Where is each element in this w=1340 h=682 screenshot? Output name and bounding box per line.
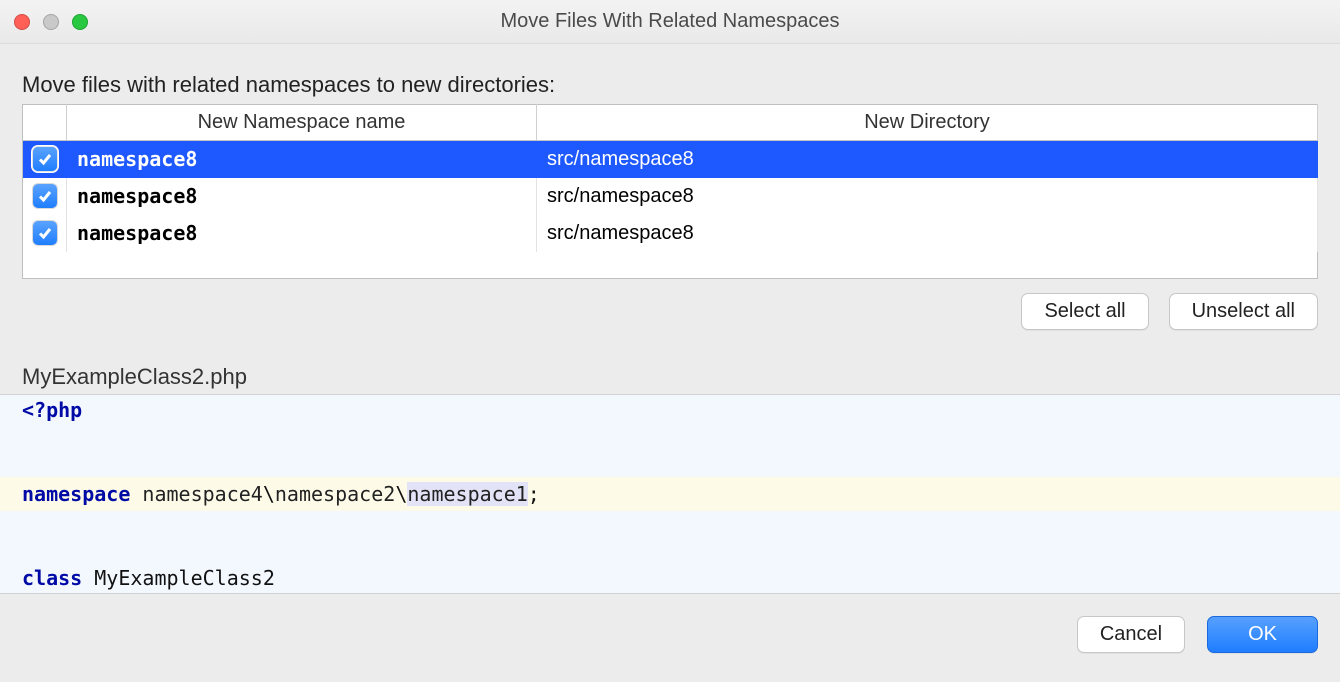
selection-buttons: Select all Unselect all: [22, 293, 1318, 330]
row-checkbox[interactable]: [33, 147, 57, 171]
code-line: [0, 425, 1340, 451]
check-icon: [37, 188, 53, 204]
preview-file-label: MyExampleClass2.php: [22, 364, 1318, 390]
namespace-segment: namespace1: [407, 482, 527, 506]
column-header-checkbox[interactable]: [23, 105, 67, 141]
table-row[interactable]: namespace8 src/namespace8: [23, 141, 1318, 179]
directory-cell: src/namespace8: [547, 148, 694, 170]
title-bar: Move Files With Related Namespaces: [0, 0, 1340, 44]
window-title: Move Files With Related Namespaces: [0, 10, 1340, 33]
code-line: [0, 511, 1340, 537]
zoom-icon[interactable]: [72, 14, 88, 30]
namespace-segment: namespace2: [275, 482, 395, 506]
dialog-content: Move files with related namespaces to ne…: [0, 44, 1340, 594]
column-header-namespace[interactable]: New Namespace name: [67, 105, 537, 141]
unselect-all-button[interactable]: Unselect all: [1169, 293, 1318, 330]
code-preview: <?php namespace namespace4\namespace2\na…: [0, 394, 1340, 594]
select-all-button[interactable]: Select all: [1021, 293, 1148, 330]
table-row[interactable]: namespace8 src/namespace8: [23, 178, 1318, 215]
directory-cell: src/namespace8: [547, 222, 694, 244]
class-name: MyExampleClass2: [94, 566, 275, 590]
table-filler-row: [23, 252, 1318, 278]
dialog-footer: Cancel OK: [0, 594, 1340, 653]
close-icon[interactable]: [14, 14, 30, 30]
namespace-segment: namespace4: [142, 482, 262, 506]
class-keyword: class: [22, 566, 82, 590]
cancel-button[interactable]: Cancel: [1077, 616, 1185, 653]
code-line: class MyExampleClass2: [0, 563, 1340, 593]
code-line: [0, 451, 1340, 477]
code-line: [0, 537, 1340, 563]
check-icon: [37, 151, 53, 167]
window-controls: [14, 14, 88, 30]
namespace-cell: namespace8: [77, 147, 197, 171]
row-checkbox[interactable]: [33, 221, 57, 245]
namespace-cell: namespace8: [77, 184, 197, 208]
namespace-cell: namespace8: [77, 221, 197, 245]
column-header-directory[interactable]: New Directory: [537, 105, 1318, 141]
row-checkbox[interactable]: [33, 184, 57, 208]
minimize-icon: [43, 14, 59, 30]
code-line: <?php: [0, 395, 1340, 425]
ok-button[interactable]: OK: [1207, 616, 1318, 653]
namespace-keyword: namespace: [22, 482, 130, 506]
namespaces-table: New Namespace name New Directory namespa…: [22, 104, 1318, 279]
check-icon: [37, 225, 53, 241]
prompt-label: Move files with related namespaces to ne…: [22, 72, 1318, 98]
directory-cell: src/namespace8: [547, 185, 694, 207]
table-row[interactable]: namespace8 src/namespace8: [23, 215, 1318, 252]
php-open-tag: <?php: [22, 398, 82, 422]
code-line: namespace namespace4\namespace2\namespac…: [0, 477, 1340, 511]
